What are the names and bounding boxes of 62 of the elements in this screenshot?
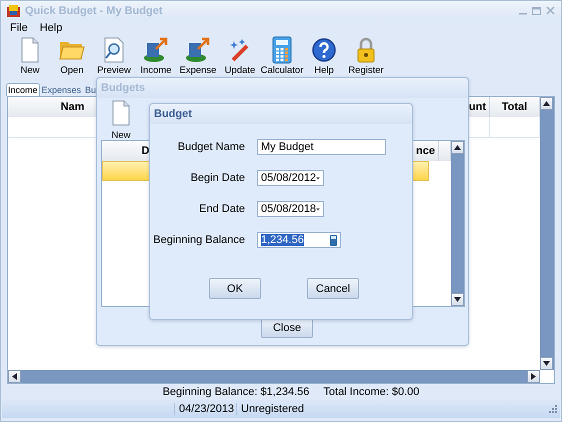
magnifier-document-icon [103,37,125,63]
arrow-up-icon [543,101,550,106]
dialog-title: Budget [150,104,412,124]
help-icon [311,37,337,63]
scroll-down-button[interactable] [451,293,464,306]
window-title: Quick Budget - My Budget [25,4,164,16]
column-header[interactable]: Total [490,97,540,117]
vertical-scrollbar[interactable] [540,97,554,370]
scroll-down-button[interactable] [540,357,553,370]
dialog-button[interactable]: OK [209,278,261,299]
dropdown-arrow-icon [316,208,320,210]
tab[interactable]: Expenses [40,83,84,96]
close-button[interactable] [546,6,555,15]
building-arrow-icon [143,37,169,63]
calculator-icon [272,36,292,64]
field-label: Beginning Balance [152,234,245,246]
summary-text: Beginning Balance: $1,234.56 [162,386,310,398]
toolbar-button[interactable]: Calculator [261,36,303,76]
arrow-down-icon [543,361,550,366]
date-field[interactable]: 05/08/2012 [257,170,324,186]
summary-text: Total Income: $0.00 [323,386,420,398]
toolbar-button[interactable]: Open [51,36,93,76]
toolbar-button[interactable]: Preview [93,36,135,76]
arrow-left-icon [12,373,17,380]
status-text: Unregistered [236,403,361,415]
input-field[interactable]: My Budget [257,139,386,155]
arrow-down-icon [454,297,461,302]
menu-item[interactable]: Help [40,22,62,34]
toolbar-button[interactable]: Update [219,36,261,76]
calculator-icon [330,234,337,246]
scroll-right-button[interactable] [527,370,540,383]
input-field[interactable]: 1,234.56 [257,232,341,248]
toolbar-button[interactable]: Register [345,36,387,76]
toolbar-button[interactable]: Income [135,36,177,76]
arrow-right-icon [531,373,536,380]
vertical-scrollbar[interactable] [451,141,464,306]
menu-item[interactable]: File [10,22,28,34]
toolbar-button[interactable]: Help [303,36,345,76]
document-icon [20,37,40,63]
dialog-title: Budgets [97,78,468,98]
field-label: Begin Date [190,172,245,184]
tab[interactable]: Income [6,83,40,96]
maximize-button[interactable] [532,6,541,14]
document-icon [111,100,131,126]
arrow-up-icon [454,145,461,150]
tab[interactable]: Bu [83,83,98,96]
dialog-button[interactable]: Cancel [307,278,359,299]
resize-grip-icon[interactable] [549,405,557,413]
scroll-up-button[interactable] [451,141,464,154]
date-field[interactable]: 05/08/2018 [257,201,324,217]
status-text: 04/23/2013 [174,403,236,415]
padlock-icon [355,36,377,64]
toolbar-button[interactable]: New [9,36,51,76]
horizontal-scrollbar[interactable] [8,370,540,383]
toolbar-button[interactable]: Expense [177,36,219,76]
dropdown-arrow-icon [316,176,320,180]
app-logo-icon [7,4,20,16]
field-label: End Date [198,203,245,215]
building-arrow-icon [185,37,211,63]
folder-icon [59,39,85,61]
scroll-left-button[interactable] [8,370,21,383]
scroll-up-button[interactable] [540,97,553,110]
